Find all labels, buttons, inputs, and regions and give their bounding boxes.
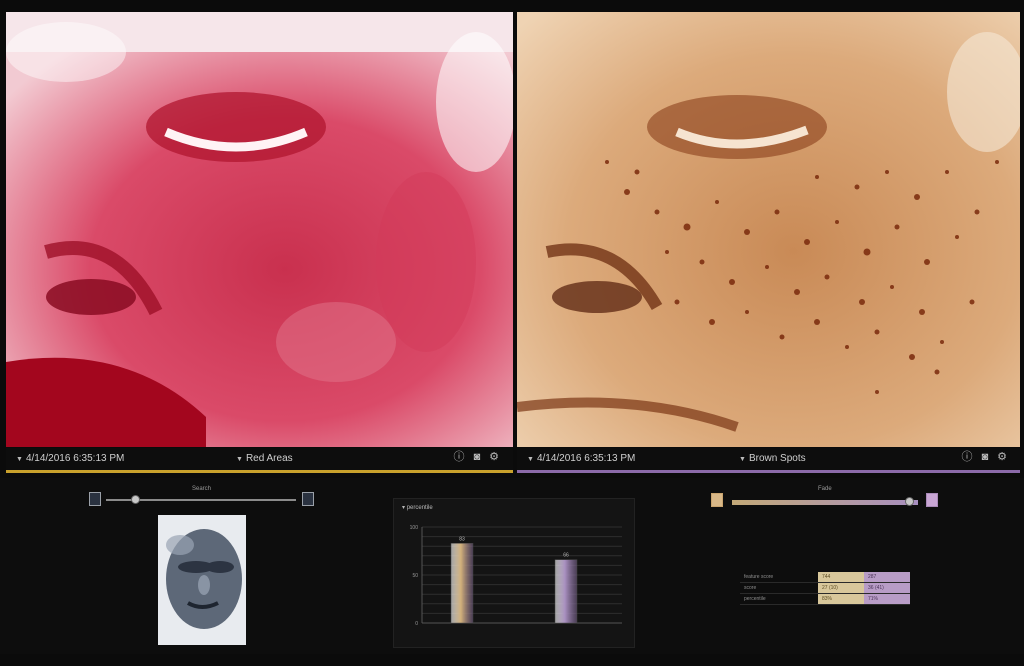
bar: [554, 559, 578, 624]
red-areas-image-pane[interactable]: [6, 12, 513, 447]
gold-value: 83%: [818, 593, 864, 605]
chart-plot: 0 50 100 83 66: [410, 525, 622, 627]
info-icon[interactable]: ⓘ: [453, 451, 465, 463]
percentile-chart: ▾ percentile 0 50 100 83 66: [393, 498, 635, 648]
brown-spots-mode-dropdown[interactable]: ▼ Brown Spots: [739, 453, 806, 464]
caret-down-icon: ▼: [236, 456, 243, 463]
settings-icon[interactable]: ⚙: [488, 451, 500, 463]
gold-value: 744: [818, 572, 864, 583]
caret-down-icon: ▼: [527, 456, 534, 463]
purple-value: 71%: [864, 593, 910, 605]
bar: [450, 543, 474, 624]
purple-value: 36 (41): [864, 582, 910, 594]
face-thumbnail-image: [158, 515, 246, 645]
bar-value-label: 66: [563, 553, 569, 559]
table-row: percentile 83% 71%: [740, 593, 910, 605]
brown-spots-pane-toolbar: ▼ 4/14/2016 6:35:13 PM ▼ Brown Spots ⓘ ◙ ⚙: [517, 448, 1020, 473]
purple-swatch-icon[interactable]: [926, 493, 938, 507]
slider-end-thumbnail-icon[interactable]: [302, 492, 314, 506]
purple-value: 287: [864, 572, 910, 583]
red-areas-mode-dropdown[interactable]: ▼ Red Areas: [236, 453, 293, 464]
analysis-panel: Search ▾ percentile 0 50 100 83 66 Fade …: [0, 478, 1024, 654]
slider-start-thumbnail-icon[interactable]: [89, 492, 101, 506]
settings-icon[interactable]: ⚙: [996, 451, 1008, 463]
red-areas-pane-toolbar: ▼ 4/14/2016 6:35:13 PM ▼ Red Areas ⓘ ◙ ⚙: [6, 448, 513, 473]
row-name: percentile: [740, 593, 818, 605]
table-row: score 27 (10) 36 (41): [740, 582, 910, 594]
fade-slider[interactable]: [732, 500, 918, 505]
caret-down-icon: ▼: [16, 456, 23, 463]
y-tick-label: 0: [415, 621, 418, 627]
table-row: feature score 744 287: [740, 572, 910, 583]
gold-value: 27 (10): [818, 582, 864, 594]
info-icon[interactable]: ⓘ: [961, 451, 973, 463]
camera-icon[interactable]: ◙: [979, 451, 991, 463]
row-name: feature score: [740, 572, 818, 583]
bar-value-label: 83: [459, 536, 465, 542]
face-thumbnail[interactable]: [158, 515, 246, 645]
row-name: score: [740, 582, 818, 594]
search-slider-label: Search: [192, 486, 212, 492]
fade-slider-knob[interactable]: [904, 497, 914, 506]
camera-icon[interactable]: ◙: [471, 451, 483, 463]
brown-spots-image-pane[interactable]: [517, 12, 1020, 447]
caret-down-icon: ▼: [739, 456, 746, 463]
y-tick-label: 50: [412, 573, 418, 579]
y-tick-label: 100: [410, 525, 419, 531]
gold-swatch-icon[interactable]: [711, 493, 723, 507]
search-slider-knob[interactable]: [130, 495, 140, 504]
score-table: feature score 744 287 score 27 (10) 36 (41) pe…: [740, 572, 910, 605]
brown-spots-date[interactable]: ▼ 4/14/2016 6:35:13 PM: [527, 453, 635, 464]
brown-spots-face-image: [517, 12, 1020, 447]
red-areas-date[interactable]: ▼ 4/14/2016 6:35:13 PM: [16, 453, 124, 464]
fade-slider-label: Fade: [818, 486, 832, 492]
red-areas-face-image: [6, 12, 513, 447]
